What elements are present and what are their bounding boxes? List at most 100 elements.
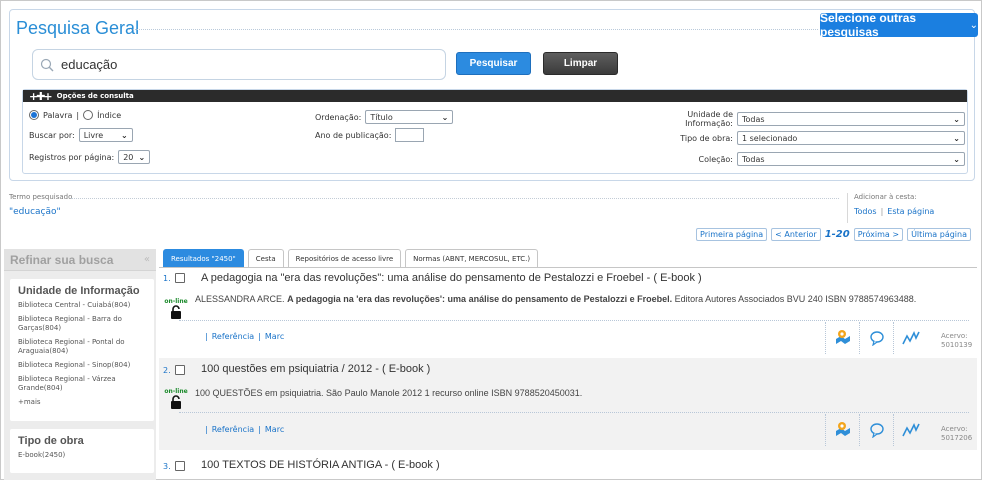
acervo-info: Acervo: 5017206 bbox=[941, 425, 972, 443]
tipo-obra-value: 1 selecionado bbox=[742, 133, 798, 143]
ordenacao-value: Título bbox=[370, 112, 393, 122]
prev-page-button[interactable]: < Anterior bbox=[771, 228, 821, 241]
facet-item[interactable]: Biblioteca Regional - Pontal do Araguaia… bbox=[18, 338, 146, 356]
result-links: | Referência | Marc bbox=[205, 425, 284, 434]
reference-link[interactable]: Referência bbox=[212, 332, 255, 341]
result-actions bbox=[825, 414, 927, 446]
reference-link[interactable]: Referência bbox=[212, 425, 255, 434]
pagination: Primeira página < Anterior 1-20 Próxima … bbox=[696, 228, 971, 241]
link-separator: | bbox=[258, 332, 261, 341]
facet-item[interactable]: Biblioteca Regional - Barra do Garças(80… bbox=[18, 315, 146, 333]
facet-item[interactable]: Biblioteca Regional - Sinop(804) bbox=[18, 361, 146, 370]
cart-page-link[interactable]: Esta página bbox=[887, 207, 934, 216]
buscar-por-label: Buscar por: bbox=[29, 130, 75, 140]
result-desc-title: A pedagogia na 'era das revoluções': uma… bbox=[287, 294, 673, 304]
result-title[interactable]: 100 TEXTOS DE HISTÓRIA ANTIGA - ( E-book… bbox=[201, 459, 440, 471]
chevron-down-icon: ⌄ bbox=[953, 154, 960, 164]
tab-resultados[interactable]: Resultados "2450" bbox=[163, 249, 244, 268]
search-box[interactable] bbox=[32, 49, 446, 80]
search-input[interactable] bbox=[61, 57, 431, 72]
chevron-down-icon: ⌄ bbox=[953, 133, 960, 143]
term-label: Termo pesquisado bbox=[9, 193, 73, 201]
registros-label: Registros por página: bbox=[29, 152, 115, 162]
page-title: Pesquisa Geral bbox=[16, 18, 140, 38]
radio-palavra-label: Palavra bbox=[43, 110, 73, 120]
search-options-panel: +✚+ Opções de consulta Palavra | Índice … bbox=[22, 89, 968, 174]
ordenacao-select[interactable]: Título ⌄ bbox=[365, 110, 454, 124]
facet-item[interactable]: Biblioteca Central - Cuiabá(804) bbox=[18, 301, 146, 310]
online-label: on-line bbox=[164, 298, 188, 305]
online-badge[interactable]: on-line bbox=[163, 388, 189, 412]
add-to-cart: Adicionar à cesta: Todos | Esta página bbox=[847, 193, 975, 223]
marc-link[interactable]: Marc bbox=[265, 425, 284, 434]
page-frame: Pesquisa Geral Selecione outras pesquisa… bbox=[0, 0, 982, 480]
chevron-down-icon: ⌄ bbox=[953, 114, 960, 124]
ordenacao-row: Ordenação: Título ⌄ bbox=[315, 110, 454, 124]
result-checkbox[interactable] bbox=[175, 461, 185, 471]
result-actions bbox=[825, 322, 927, 354]
ordenacao-label: Ordenação: bbox=[315, 112, 362, 122]
cart-label: Adicionar à cesta: bbox=[854, 193, 917, 201]
map-pin-icon[interactable] bbox=[825, 322, 859, 354]
other-searches-label: Selecione outras pesquisas bbox=[820, 11, 917, 39]
marc-link[interactable]: Marc bbox=[265, 332, 284, 341]
ano-label: Ano de publicação: bbox=[315, 130, 392, 140]
options-bar[interactable]: +✚+ Opções de consulta bbox=[23, 90, 967, 103]
speech-bubble-icon[interactable] bbox=[859, 322, 893, 354]
facet-more-link[interactable]: +mais bbox=[18, 398, 146, 407]
buscar-por-select[interactable]: Livre ⌄ bbox=[78, 128, 133, 142]
link-separator: | bbox=[258, 425, 261, 434]
next-page-button[interactable]: Próxima > bbox=[853, 228, 904, 241]
acervo-label: Acervo: bbox=[941, 425, 968, 433]
facet-item[interactable]: Biblioteca Regional - Várzea Grande(804) bbox=[18, 375, 146, 393]
acervo-label: Acervo: bbox=[941, 332, 968, 340]
speech-bubble-icon[interactable] bbox=[859, 414, 893, 446]
tab-cesta[interactable]: Cesta bbox=[247, 249, 284, 268]
term-value: "educação" bbox=[9, 207, 61, 217]
title-divider bbox=[128, 29, 818, 30]
term-divider bbox=[71, 198, 839, 199]
first-page-button[interactable]: Primeira página bbox=[696, 228, 768, 241]
ano-input[interactable] bbox=[395, 128, 425, 142]
collapse-icon[interactable]: « bbox=[144, 254, 150, 265]
clear-button[interactable]: Limpar bbox=[543, 52, 618, 75]
cart-all-link[interactable]: Todos bbox=[854, 207, 877, 216]
colecao-select[interactable]: Todas ⌄ bbox=[737, 152, 965, 166]
radio-indice[interactable] bbox=[83, 110, 94, 120]
acervo-value: 5017206 bbox=[941, 434, 973, 442]
trend-line-icon[interactable] bbox=[893, 322, 927, 354]
tipo-obra-select[interactable]: 1 selecionado ⌄ bbox=[737, 131, 965, 145]
trend-line-icon[interactable] bbox=[893, 414, 927, 446]
online-badge[interactable]: on-line bbox=[163, 298, 189, 322]
result-desc-rest: Editora Autores Associados BVU 240 ISBN … bbox=[674, 294, 917, 304]
unidade-select[interactable]: Todas ⌄ bbox=[737, 112, 965, 126]
result-checkbox[interactable] bbox=[175, 273, 185, 283]
result-divider bbox=[179, 412, 969, 413]
facet-item[interactable]: E-book(2450) bbox=[18, 451, 146, 460]
map-pin-icon[interactable] bbox=[825, 414, 859, 446]
facet-unidade: Unidade de Informação Biblioteca Central… bbox=[10, 279, 154, 421]
result-title[interactable]: 100 questões em psiquiatria / 2012 - ( E… bbox=[201, 363, 430, 375]
ano-row: Ano de publicação: bbox=[315, 128, 425, 142]
result-author: ALESSANDRA ARCE. bbox=[195, 294, 285, 304]
link-separator: | bbox=[205, 332, 208, 341]
last-page-button[interactable]: Última página bbox=[907, 228, 971, 241]
buscar-por-row: Buscar por: Livre ⌄ bbox=[29, 128, 133, 142]
mode-separator: | bbox=[76, 110, 80, 120]
search-button[interactable]: Pesquisar bbox=[456, 52, 531, 75]
registros-select[interactable]: 20 ⌄ bbox=[118, 150, 151, 164]
result-checkbox[interactable] bbox=[175, 365, 185, 375]
tab-normas[interactable]: Normas (ABNT, MERCOSUL, ETC.) bbox=[405, 249, 539, 268]
unlock-icon bbox=[171, 305, 181, 319]
radio-palavra[interactable] bbox=[29, 110, 39, 120]
result-item: 3. 100 TEXTOS DE HISTÓRIA ANTIGA - ( E-b… bbox=[159, 453, 977, 479]
chevron-down-icon: ⌄ bbox=[969, 19, 978, 31]
other-searches-button[interactable]: Selecione outras pesquisas ⌄ bbox=[820, 11, 978, 39]
tab-repositorios[interactable]: Repositórios de acesso livre bbox=[287, 249, 402, 268]
result-desc-rest: 100 QUESTÕES em psiquiatria. São Paulo M… bbox=[195, 388, 583, 398]
online-label: on-line bbox=[164, 388, 188, 395]
result-number: 3. bbox=[163, 462, 171, 471]
chevron-down-icon: ⌄ bbox=[120, 130, 128, 140]
result-title[interactable]: A pedagogia na "era das revoluções": uma… bbox=[201, 272, 702, 284]
unidade-label: Unidade de Informação: bbox=[685, 110, 733, 128]
